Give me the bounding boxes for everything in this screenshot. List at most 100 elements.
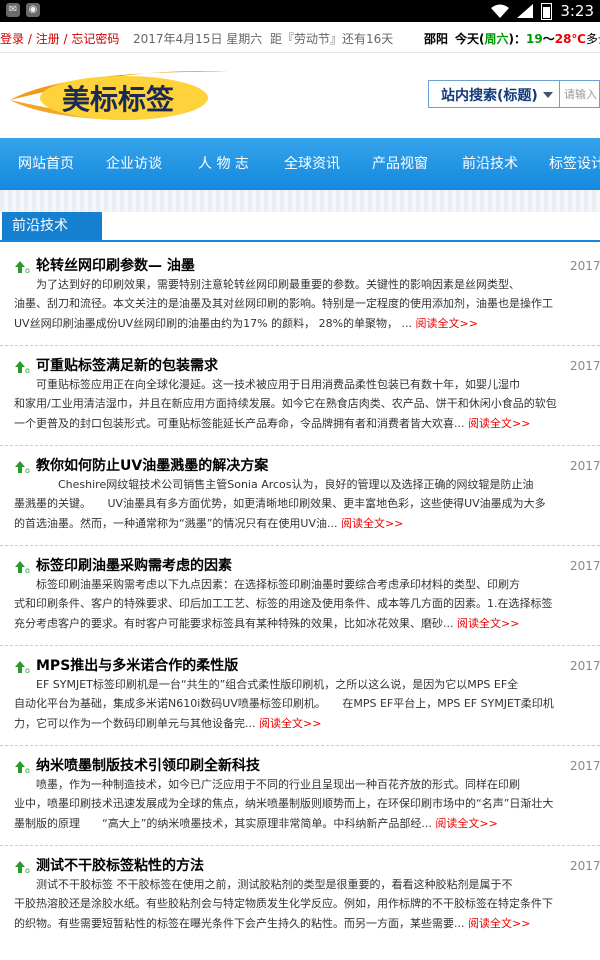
- article-summary-line: 标签印刷油墨采购需考虑以下九点因素：在选择标签印刷油墨时要综合考虑承印材料的类型…: [14, 578, 520, 591]
- top-arrow-icon: o: [15, 461, 30, 474]
- holiday-countdown: 距『劳动节』还有16天: [270, 32, 394, 46]
- article-title[interactable]: 测试不干胶标签粘性的方法: [36, 855, 204, 875]
- read-more-link[interactable]: 阅读全文>>: [416, 317, 478, 330]
- article-title[interactable]: 教你如何防止UV油墨溅墨的解决方案: [36, 455, 268, 475]
- article-title[interactable]: 轮转丝网印刷参数— 油墨: [36, 255, 195, 275]
- svg-text:o: o: [25, 766, 30, 774]
- article-summary-line: 一个更普及的封口包装形式。可重贴标签能延长产品寿命，令品牌拥有者和消费者皆大欢喜…: [14, 415, 530, 431]
- separator: /: [24, 32, 36, 46]
- read-more-link[interactable]: 阅读全文>>: [435, 817, 497, 830]
- article-summary-line: 可重贴标签应用正在向全球化漫延。这一技术被应用于日用消费品柔性包装已有数十年，如…: [14, 378, 520, 391]
- section-title: 前沿技术: [2, 212, 102, 240]
- article-summary-text: 墨制版的原理 “高大上”的纳米喷墨技术，其实原理非常简单。中科纳新产品部经...: [14, 817, 436, 830]
- today-label: 今天(: [455, 32, 485, 46]
- svg-text:o: o: [25, 266, 30, 274]
- article-item: o 标签印刷油墨采购需考虑的因素 2017- 标签印刷油墨采购需考虑以下九点因素…: [0, 545, 600, 646]
- nav-item-frontier-tech[interactable]: 前沿技术: [462, 138, 518, 190]
- top-info-bar: 登录 / 注册 / 忘记密码 2017年4月15日 星期六 距『劳动节』还有16…: [0, 22, 600, 53]
- article-summary-line: 油墨、刮刀和流径。本文关注的是油墨及其对丝网印刷的影响。特别是一定程度的使用添加…: [14, 297, 553, 310]
- article-date: 2017-: [570, 259, 600, 273]
- article-summary-line: EF SYMJET标签印刷机是一台“共生的”组合式柔性版印刷机，之所以这么说，是…: [14, 678, 519, 691]
- top-arrow-icon: o: [15, 661, 30, 674]
- weather-sky: 多云: [585, 32, 600, 46]
- today-colon: )：: [508, 32, 527, 46]
- clock: 3:23: [560, 2, 594, 20]
- current-date: 2017年4月15日 星期六: [133, 32, 263, 46]
- article-summary-line: 测试不干胶标签 不干胶标签在使用之前，测试胶粘剂的类型是很重要的，看看这种胶粘剂…: [14, 878, 513, 891]
- separator: /: [59, 32, 72, 46]
- article-summary-line: 和家用/工业用清洁湿巾，并且在新应用方面持续发展。如今它在熟食店肉类、农产品、饼…: [14, 397, 557, 410]
- article-date: 2017-: [570, 359, 600, 373]
- read-more-link[interactable]: 阅读全文>>: [468, 417, 530, 430]
- login-link[interactable]: 登录: [0, 32, 24, 46]
- read-more-link[interactable]: 阅读全文>>: [341, 517, 403, 530]
- top-arrow-icon: o: [15, 861, 30, 874]
- weather-weekday: 周六: [484, 32, 509, 46]
- temp-low: 19: [526, 32, 543, 46]
- notification-icons: ✉ ◉: [6, 3, 40, 17]
- search-scope-label: 站内搜索(标题): [441, 88, 538, 104]
- article-summary-line: 业中，喷墨印刷技术迅速发展成为全球的焦点，纳米喷墨制版则顺势而上，在环保印刷市场…: [14, 797, 554, 810]
- nav-item-global-news[interactable]: 全球资讯: [284, 138, 340, 190]
- article-item: o 轮转丝网印刷参数— 油墨 2017- 为了达到好的印刷效果，需要特别注意轮转…: [0, 245, 600, 346]
- article-summary-line: 墨溅墨的关键。 UV油墨具有多方面优势，如更清晰地印刷效果、更丰富地色彩，这些使…: [14, 497, 546, 510]
- status-bar: ✉ ◉ 3:23: [0, 0, 600, 22]
- site-logo[interactable]: 美标标签: [4, 66, 254, 126]
- temp-separator: ～: [542, 32, 555, 46]
- article-summary-line: 力，它可以作为一个数码印刷单元与其他设备完... 阅读全文>>: [14, 715, 321, 731]
- status-right: 3:23: [491, 0, 594, 22]
- nav-item-interviews[interactable]: 企业访谈: [106, 138, 162, 190]
- read-more-link[interactable]: 阅读全文>>: [468, 917, 530, 930]
- article-summary-line: 干胶热溶胶还是涂胶水纸。有些胶粘剂会与特定物质发生化学反应。例如，用作标牌的不干…: [14, 897, 553, 910]
- nav-item-home[interactable]: 网站首页: [18, 138, 74, 190]
- nav-divider-strip: [0, 190, 600, 212]
- article-summary-line: 自动化平台为基础，集成多米诺N610i数码UV喷墨标签印刷机。 在MPS EF平…: [14, 697, 554, 710]
- search-input[interactable]: 请输入: [560, 80, 600, 108]
- search-scope-select[interactable]: 站内搜索(标题): [428, 80, 560, 108]
- account-links: 登录 / 注册 / 忘记密码: [0, 30, 119, 47]
- article-date: 2017-: [570, 859, 600, 873]
- article-item: o 可重贴标签满足新的包装需求 2017- 可重贴标签应用正在向全球化漫延。这一…: [0, 345, 600, 446]
- article-title[interactable]: 可重贴标签满足新的包装需求: [36, 355, 218, 375]
- article-title[interactable]: 标签印刷油墨采购需考虑的因素: [36, 555, 232, 575]
- main-nav: 网站首页 企业访谈 人 物 志 全球资讯 产品视窗 前沿技术 标签设计: [0, 138, 600, 190]
- article-summary-line: 充分考虑客户的要求。有时客户可能要求标签具有某种特殊的效果，比如冰花效果、磨砂.…: [14, 615, 519, 631]
- article-date: 2017-: [570, 659, 600, 673]
- top-arrow-icon: o: [15, 261, 30, 274]
- article-item: o 测试不干胶标签粘性的方法 2017- 测试不干胶标签 不干胶标签在使用之前，…: [0, 845, 600, 945]
- top-arrow-icon: o: [15, 761, 30, 774]
- nav-item-people[interactable]: 人 物 志: [198, 138, 249, 190]
- read-more-link[interactable]: 阅读全文>>: [259, 717, 321, 730]
- section-header: 前沿技术: [0, 212, 600, 242]
- read-more-link[interactable]: 阅读全文>>: [457, 617, 519, 630]
- weather-today: 今天(周六)：19～28℃多云: [455, 30, 600, 47]
- nav-item-products[interactable]: 产品视窗: [372, 138, 428, 190]
- register-link[interactable]: 注册: [36, 32, 60, 46]
- forgot-password-link[interactable]: 忘记密码: [71, 32, 119, 46]
- article-summary-text: 的织物。有些需要短暂粘性的标签在曝光条件下会产生持久的粘性。而另一方面，某些需要…: [14, 917, 468, 930]
- article-item: o 纳米喷墨制版技术引领印刷全新科技 2017- 喷墨，作为一种制造技术，如今已…: [0, 745, 600, 846]
- article-summary-text: UV丝网印刷油墨成份UV丝网印刷的油墨由约为17% 的颜料， 28%的单聚物， …: [14, 317, 416, 330]
- article-summary-text: 的首选油墨。然而，一种通常称为“溅墨”的情况只有在使用UV油...: [14, 517, 341, 530]
- article-date: 2017-: [570, 459, 600, 473]
- article-summary-line: 为了达到好的印刷效果，需要特别注意轮转丝网印刷最重要的参数。关键性的影响因素是丝…: [14, 278, 520, 291]
- temp-high: 28℃: [554, 32, 586, 46]
- mail-icon: ✉: [6, 3, 20, 17]
- nav-item-label-design[interactable]: 标签设计: [549, 138, 600, 190]
- article-summary-line: UV丝网印刷油墨成份UV丝网印刷的油墨由约为17% 的颜料， 28%的单聚物， …: [14, 315, 478, 331]
- article-title[interactable]: MPS推出与多米诺合作的柔性版: [36, 655, 238, 675]
- article-item: o MPS推出与多米诺合作的柔性版 2017- EF SYMJET标签印刷机是一…: [0, 645, 600, 746]
- weather-city: 邵阳: [424, 32, 449, 46]
- svg-text:o: o: [25, 666, 30, 674]
- article-summary-line: Cheshire网纹辊技术公司销售主管Sonia Arcos认为，良好的管理以及…: [14, 478, 534, 491]
- svg-text:o: o: [25, 566, 30, 574]
- article-title[interactable]: 纳米喷墨制版技术引领印刷全新科技: [36, 755, 260, 775]
- shield-icon: ◉: [26, 3, 40, 17]
- chevron-down-icon: [543, 92, 553, 98]
- article-summary-text: 一个更普及的封口包装形式。可重贴标签能延长产品寿命，令品牌拥有者和消费者皆大欢喜…: [14, 417, 468, 430]
- top-arrow-icon: o: [15, 561, 30, 574]
- article-date: 2017-: [570, 559, 600, 573]
- top-arrow-icon: o: [15, 361, 30, 374]
- article-summary-line: 墨制版的原理 “高大上”的纳米喷墨技术，其实原理非常简单。中科纳新产品部经...…: [14, 815, 498, 831]
- wifi-icon: [491, 4, 510, 18]
